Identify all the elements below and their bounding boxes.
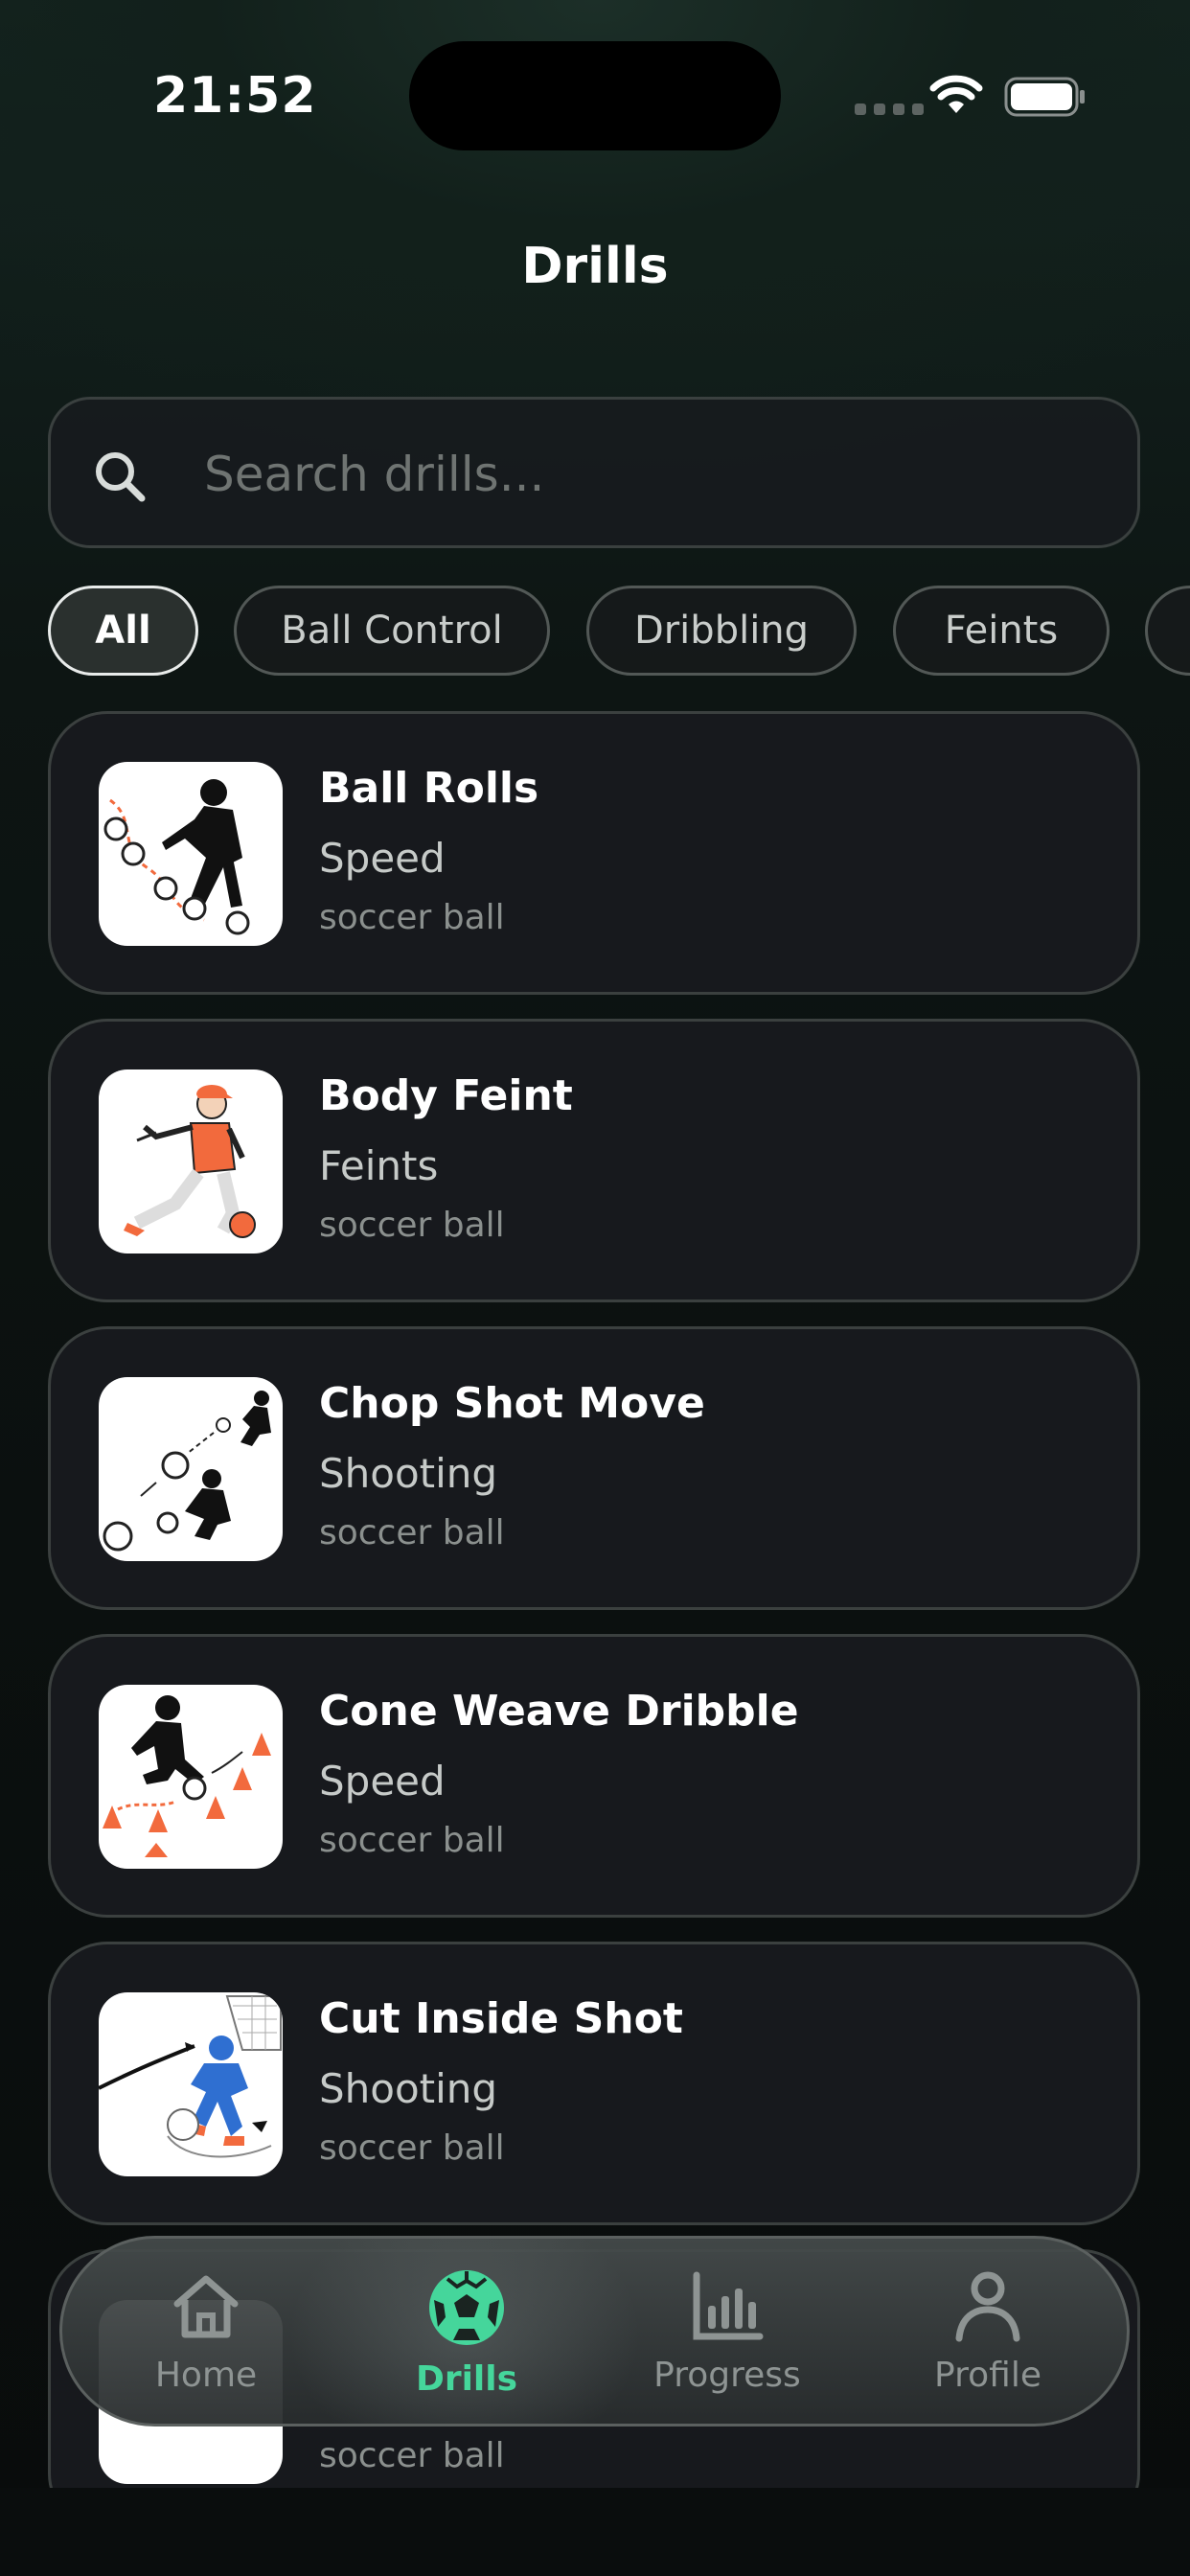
drill-card-ball-rolls[interactable]: Ball Rolls Speed soccer ball [48, 711, 1140, 995]
tab-progress-label: Progress [653, 2356, 801, 2395]
drill-equipment: soccer ball [319, 1206, 505, 1245]
search-bar[interactable] [48, 397, 1140, 548]
tab-progress[interactable]: Progress [603, 2239, 852, 2429]
search-input[interactable] [202, 432, 1068, 517]
drill-category: Shooting [319, 2065, 498, 2112]
category-filter-row: All Ball Control Dribbling Feints [48, 586, 1190, 676]
drill-equipment: soccer ball [319, 1513, 505, 1552]
tab-profile-label: Profile [934, 2356, 1041, 2395]
drill-title: Ball Rolls [319, 764, 539, 813]
drill-category: Shooting [319, 1450, 498, 1497]
dynamic-island [409, 41, 781, 150]
tab-home[interactable]: Home [81, 2239, 331, 2429]
soccer-ball-icon [429, 2270, 504, 2345]
tab-drills[interactable]: Drills [342, 2239, 591, 2429]
drill-title: Body Feint [319, 1071, 573, 1120]
cut-inside-shot-illustration [99, 1995, 282, 2158]
bar-chart-icon [693, 2271, 764, 2340]
drill-equipment: soccer ball [319, 2128, 505, 2168]
drill-equipment: soccer ball [319, 1821, 505, 1860]
bottom-tab-bar: Home Drills Progress Profile [59, 2236, 1130, 2426]
drill-thumbnail [99, 1070, 283, 1254]
tab-home-label: Home [154, 2356, 258, 2395]
filter-chip-dribbling[interactable]: Dribbling [586, 586, 857, 676]
ball-rolls-illustration [103, 779, 250, 935]
filter-chip-feints[interactable]: Feints [893, 586, 1110, 676]
drill-category: Speed [319, 835, 446, 882]
drill-category: Feints [319, 1142, 439, 1189]
home-indicator-area [0, 2488, 1190, 2576]
drill-equipment: soccer ball [319, 898, 505, 937]
filter-chip-label: Feints [944, 609, 1059, 653]
filter-chip-label: Ball Control [281, 609, 503, 653]
wifi-icon [929, 75, 983, 113]
drill-title: Cone Weave Dribble [319, 1687, 799, 1736]
drill-category: Speed [319, 1758, 446, 1805]
drill-title: Cut Inside Shot [319, 1994, 683, 2043]
tab-profile[interactable]: Profile [863, 2239, 1112, 2429]
drill-card-cut-inside-shot[interactable]: Cut Inside Shot Shooting soccer ball [48, 1942, 1140, 2225]
status-time: 21:52 [153, 67, 317, 125]
filter-chip-more[interactable] [1145, 586, 1190, 676]
cone-weave-illustration [103, 1695, 271, 1857]
filter-chip-ball-control[interactable]: Ball Control [234, 586, 550, 676]
cellular-signal-icon [855, 104, 924, 115]
drill-card-cone-weave-dribble[interactable]: Cone Weave Dribble Speed soccer ball [48, 1634, 1140, 1918]
chop-shot-illustration [103, 1391, 271, 1552]
drills-screen: 21:52 Drills All Ball Control Dribbling … [0, 0, 1190, 2576]
drill-thumbnail [99, 1377, 283, 1561]
drill-thumbnail [99, 1685, 283, 1869]
drill-card-chop-shot-move[interactable]: Chop Shot Move Shooting soccer ball [48, 1326, 1140, 1610]
drill-card-body-feint[interactable]: Body Feint Feints soccer ball [48, 1019, 1140, 1302]
body-feint-illustration [124, 1085, 256, 1238]
battery-icon [1004, 77, 1085, 117]
drill-thumbnail [99, 1992, 283, 2176]
page-title: Drills [521, 238, 669, 295]
drill-thumbnail [99, 762, 283, 946]
person-icon [955, 2271, 1020, 2342]
filter-chip-label: All [95, 609, 151, 653]
filter-chip-label: Dribbling [633, 609, 810, 653]
search-icon [96, 452, 146, 502]
filter-chip-all[interactable]: All [48, 586, 198, 676]
drill-title: Chop Shot Move [319, 1379, 705, 1428]
tab-drills-label: Drills [415, 2359, 518, 2399]
home-icon [173, 2275, 239, 2338]
drill-equipment: soccer ball [319, 2436, 505, 2475]
